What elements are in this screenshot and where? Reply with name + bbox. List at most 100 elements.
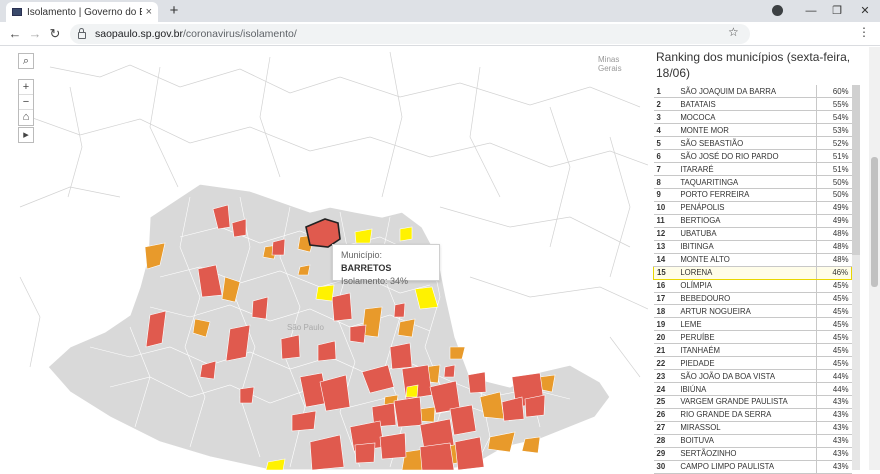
home-icon[interactable]: ⌂	[19, 110, 33, 125]
ranking-rank: 1	[653, 85, 678, 99]
ranking-row[interactable]: 26 RIO GRANDE DA SERRA 43%	[653, 408, 852, 422]
ranking-row[interactable]: 4 MONTE MOR 53%	[653, 123, 852, 138]
ranking-percent: 49%	[816, 201, 852, 215]
ranking-percent: 60%	[816, 85, 852, 99]
ranking-scroll-thumb[interactable]	[852, 85, 860, 255]
ranking-rank: 20	[653, 330, 678, 345]
ranking-rank: 12	[653, 227, 678, 241]
isolation-map[interactable]: Minas Gerais São Paulo ⌕ + − ⌂ ▸ Municíp…	[10, 47, 648, 470]
ranking-rank: 13	[653, 240, 678, 254]
zoom-out-icon[interactable]: −	[19, 95, 33, 110]
ranking-percent: 44%	[816, 369, 852, 384]
ranking-row[interactable]: 20 PERUÍBE 45%	[653, 330, 852, 345]
browser-menu-icon[interactable]: ⋮	[858, 25, 870, 39]
ranking-city: SÃO SEBASTIÃO	[677, 136, 817, 151]
ranking-percent: 45%	[816, 317, 852, 332]
ranking-city: BEBEDOURO	[677, 292, 817, 306]
ranking-city: MOCOCA	[677, 110, 817, 125]
ranking-rank: 5	[653, 136, 678, 151]
ranking-percent: 43%	[816, 434, 852, 448]
restore-icon[interactable]: ❐	[822, 0, 852, 22]
ranking-row[interactable]: 17 BEBEDOURO 45%	[653, 292, 852, 306]
ranking-row[interactable]: 19 LEME 45%	[653, 317, 852, 332]
ranking-city: UBATUBA	[677, 227, 817, 241]
close-window-icon[interactable]: ✕	[850, 0, 880, 22]
ranking-row[interactable]: 2 BATATAIS 55%	[653, 97, 852, 112]
ranking-row[interactable]: 5 SÃO SEBASTIÃO 52%	[653, 136, 852, 151]
ranking-row[interactable]: 15 LORENA 46%	[653, 265, 852, 280]
ranking-row[interactable]: 3 MOCOCA 54%	[653, 110, 852, 125]
ranking-row[interactable]: 30 CAMPO LIMPO PAULISTA 43%	[653, 460, 852, 474]
tab-close-icon[interactable]: ×	[146, 6, 152, 18]
ranking-city: BERTIOGA	[677, 214, 817, 228]
ranking-row[interactable]: 29 SERTÃOZINHO 43%	[653, 447, 852, 461]
ranking-row[interactable]: 16 OLÍMPIA 45%	[653, 279, 852, 293]
ranking-percent: 49%	[816, 214, 852, 228]
page-scroll-thumb[interactable]	[871, 157, 878, 287]
map-search-icon[interactable]: ⌕	[18, 53, 34, 69]
ranking-percent: 55%	[816, 97, 852, 112]
ranking-row[interactable]: 28 BOITUVA 43%	[653, 434, 852, 448]
ranking-title: Ranking dos municípios (sexta-feira, 18/…	[656, 50, 851, 80]
ranking-percent: 54%	[816, 110, 852, 125]
ranking-row[interactable]: 24 IBIÚNA 44%	[653, 382, 852, 396]
expand-icon[interactable]: ▸	[18, 127, 34, 143]
ranking-percent: 50%	[816, 175, 852, 189]
ranking-row[interactable]: 7 ITARARÉ 51%	[653, 162, 852, 177]
ranking-row[interactable]: 11 BERTIOGA 49%	[653, 214, 852, 228]
ranking-city: ARTUR NOGUEIRA	[677, 304, 817, 319]
ranking-city: MONTE MOR	[677, 123, 817, 138]
ranking-row[interactable]: 10 PENÁPOLIS 49%	[653, 201, 852, 215]
ranking-rank: 24	[653, 382, 678, 396]
forward-icon[interactable]: →	[26, 25, 44, 43]
ranking-row[interactable]: 13 IBITINGA 48%	[653, 240, 852, 254]
ranking-row[interactable]: 14 MONTE ALTO 48%	[653, 253, 852, 267]
ranking-percent: 53%	[816, 123, 852, 138]
ranking-rank: 27	[653, 421, 678, 435]
ranking-row[interactable]: 23 SÃO JOÃO DA BOA VISTA 44%	[653, 369, 852, 384]
ranking-row[interactable]: 25 VARGEM GRANDE PAULISTA 43%	[653, 395, 852, 409]
new-tab-button[interactable]: +	[166, 2, 182, 20]
ranking-row[interactable]: 6 SÃO JOSÉ DO RIO PARDO 51%	[653, 149, 852, 164]
ranking-city: IBITINGA	[677, 240, 817, 254]
ranking-table: 1 SÃO JOAQUIM DA BARRA 60% 2 BATATAIS 55% 3 MOC…	[653, 85, 852, 474]
ranking-scrollbar[interactable]	[852, 85, 860, 470]
ranking-city: MIRASSOL	[677, 421, 817, 435]
ranking-row[interactable]: 27 MIRASSOL 43%	[653, 421, 852, 435]
ranking-percent: 43%	[816, 421, 852, 435]
map-label-minas: Minas	[598, 55, 620, 64]
ranking-rank: 21	[653, 343, 678, 358]
ranking-rank: 14	[653, 253, 678, 267]
ranking-percent: 51%	[816, 162, 852, 177]
ranking-city: BOITUVA	[677, 434, 817, 448]
page-scrollbar[interactable]	[869, 47, 880, 470]
ranking-rank: 2	[653, 97, 678, 112]
ranking-row[interactable]: 8 TAQUARITINGA 50%	[653, 175, 852, 189]
ranking-city: MONTE ALTO	[677, 253, 817, 267]
back-icon[interactable]: ←	[6, 25, 24, 43]
reload-icon[interactable]: ↻	[46, 25, 64, 43]
ranking-city: VARGEM GRANDE PAULISTA	[677, 395, 817, 409]
ranking-row[interactable]: 18 ARTUR NOGUEIRA 45%	[653, 304, 852, 319]
browser-tab-strip: Isolamento | Governo do Estado × + — ❐ ✕	[0, 0, 880, 22]
profile-icon[interactable]	[772, 5, 783, 16]
bookmark-star-icon[interactable]: ☆	[728, 25, 739, 39]
ranking-row[interactable]: 22 PIEDADE 45%	[653, 356, 852, 371]
ranking-row[interactable]: 9 PORTO FERREIRA 50%	[653, 188, 852, 202]
ranking-city: PORTO FERREIRA	[677, 188, 817, 202]
zoom-in-icon[interactable]: +	[19, 80, 33, 95]
ranking-rank: 26	[653, 408, 678, 422]
map-zoom-controls: + − ⌂	[18, 79, 34, 126]
ranking-percent: 48%	[816, 240, 852, 254]
ranking-row[interactable]: 1 SÃO JOAQUIM DA BARRA 60%	[653, 85, 852, 99]
ranking-city: PERUÍBE	[677, 330, 817, 345]
ranking-rank: 22	[653, 356, 678, 371]
address-bar[interactable]: saopaulo.sp.gov.br/coronavirus/isolament…	[70, 24, 750, 44]
browser-tab[interactable]: Isolamento | Governo do Estado ×	[6, 2, 158, 22]
ranking-row[interactable]: 21 ITANHAÉM 45%	[653, 343, 852, 358]
ranking-row[interactable]: 12 UBATUBA 48%	[653, 227, 852, 241]
url-domain: saopaulo.sp.gov.br	[95, 28, 183, 40]
ranking-city: ITARARÉ	[677, 162, 817, 177]
ranking-percent: 43%	[816, 447, 852, 461]
map-tooltip: Município: BARRETOS Isolamento: 34%	[332, 244, 440, 286]
